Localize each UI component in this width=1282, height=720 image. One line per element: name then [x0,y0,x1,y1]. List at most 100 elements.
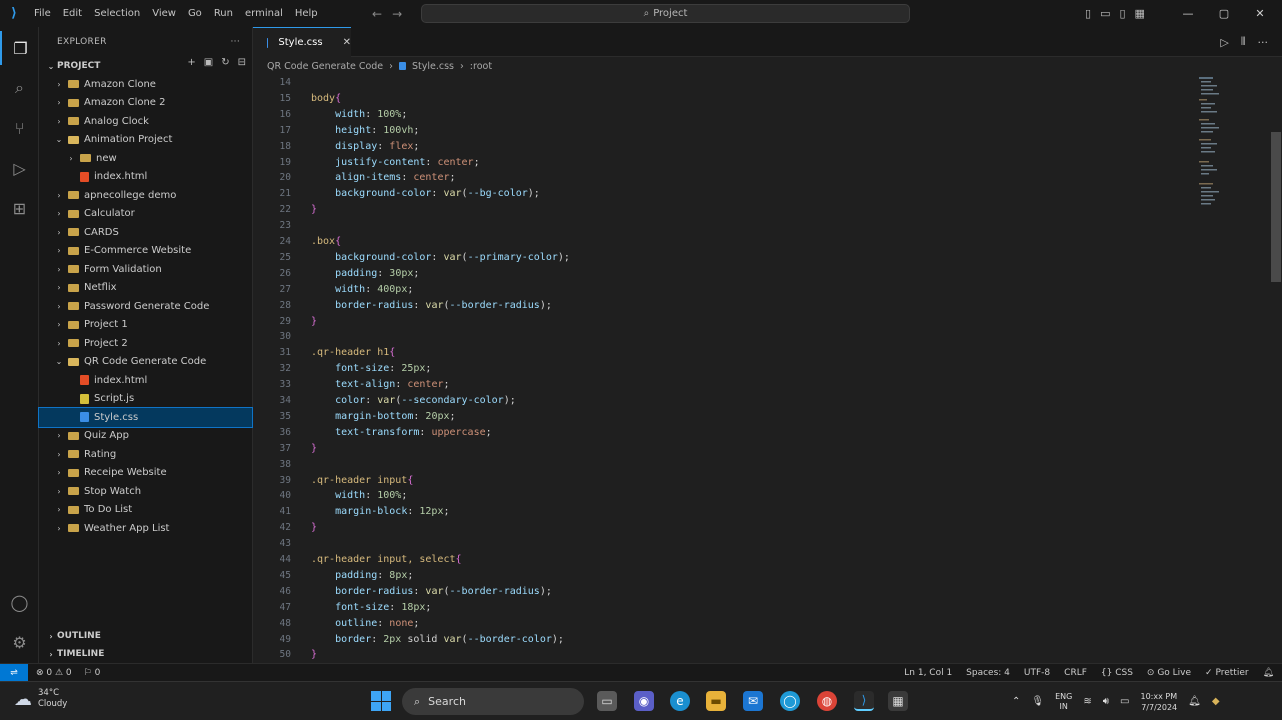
tree-folder[interactable]: › CARDS [39,223,252,242]
menu-selection[interactable]: Selection [88,0,146,27]
tree-folder[interactable]: › Quiz App [39,427,252,446]
customize-layout-icon[interactable]: ▦ [1135,7,1145,20]
tree-folder[interactable]: › Receipe Website [39,464,252,483]
file-explorer-icon[interactable]: ▬ [706,691,726,711]
scrollbar-thumb[interactable] [1271,132,1281,282]
code-line[interactable]: .qr-header input{ [311,475,413,486]
microphone-icon[interactable]: 🎙︎ [1031,696,1044,707]
code-line[interactable]: border-radius: var(--border-radius); [311,586,552,597]
tree-folder[interactable]: ⌄ Animation Project [39,131,252,150]
tree-folder[interactable]: › E-Commerce Website [39,242,252,261]
tree-folder[interactable]: › To Do List [39,501,252,520]
code-line[interactable]: display: flex; [311,141,419,152]
close-window-icon[interactable]: ✕ [1242,7,1278,20]
language-indicator[interactable]: ENG IN [1055,692,1072,712]
tree-folder[interactable]: › apnecollege demo [39,186,252,205]
forward-arrow-icon[interactable]: → [392,7,402,21]
code-line[interactable]: } [311,204,317,215]
edge-browser-icon[interactable]: e [670,691,690,711]
more-editor-actions-icon[interactable]: ··· [1258,36,1269,49]
toggle-sidebar-icon[interactable]: ▯ [1085,7,1091,20]
code-line[interactable]: height: 100vh; [311,125,419,136]
taskbar-search[interactable]: ⌕ Search [402,688,584,715]
code-line[interactable]: border-radius: var(--border-radius); [311,300,552,311]
tree-folder[interactable]: › Rating [39,445,252,464]
menu-edit[interactable]: Edit [57,0,88,27]
tree-folder[interactable]: › Project 2 [39,334,252,353]
tree-folder[interactable]: › Calculator [39,205,252,224]
teams-icon[interactable]: ◉ [634,691,654,711]
collapse-all-icon[interactable]: ⊟ [238,57,246,68]
timeline-section[interactable]: › TIMELINE [39,645,253,663]
clock[interactable]: 10:xx PM 7/7/2024 [1141,691,1178,713]
tree-folder[interactable]: › Amazon Clone 2 [39,94,252,113]
code-line[interactable]: font-size: 25px; [311,363,431,374]
minimap[interactable] [1195,75,1223,215]
explorer-icon[interactable]: ❐ [0,31,39,65]
problems-indicator[interactable]: ⊗ 0 ⚠ 0 [36,668,72,678]
code-line[interactable]: } [311,316,317,327]
language-mode[interactable]: {} CSS [1101,668,1133,678]
task-view-icon[interactable]: ▭ [597,691,617,711]
code-line[interactable]: width: 100%; [311,109,407,120]
new-folder-icon[interactable]: ▣ [204,57,213,68]
code-line[interactable]: text-transform: uppercase; [311,427,492,438]
tree-file[interactable]: index.html [39,168,252,187]
tree-folder[interactable]: ⌄ QR Code Generate Code [39,353,252,372]
menu-go[interactable]: Go [182,0,208,27]
go-live-button[interactable]: ⊙ Go Live [1147,668,1191,678]
close-tab-icon[interactable]: ✕ [343,37,351,48]
code-line[interactable]: width: 400px; [311,284,413,295]
end-of-line[interactable]: CRLF [1064,668,1087,678]
maximize-icon[interactable]: ▢ [1206,7,1242,20]
settings-gear-icon[interactable]: ⚙ [0,625,39,659]
code-line[interactable]: text-align: center; [311,379,449,390]
code-line[interactable]: background-color: var(--bg-color); [311,188,540,199]
weather-widget[interactable]: ☁ 34°C Cloudy [14,688,67,710]
source-control-icon[interactable]: ⑂ [0,111,39,145]
breadcrumb-folder[interactable]: QR Code Generate Code [267,61,383,72]
outline-section[interactable]: › OUTLINE [39,627,253,645]
chrome-icon[interactable]: ◍ [817,691,837,711]
tree-folder[interactable]: › Stop Watch [39,482,252,501]
menu-terminal[interactable]: erminal [239,0,289,27]
code-line[interactable]: } [311,443,317,454]
tree-folder[interactable]: › Project 1 [39,316,252,335]
breadcrumb-file[interactable]: Style.css [412,61,454,72]
code-line[interactable]: .qr-header input, select{ [311,554,462,565]
command-center[interactable]: ⌕ Project [421,4,910,23]
minimize-icon[interactable]: — [1170,7,1206,20]
cursor-position[interactable]: Ln 1, Col 1 [904,668,952,678]
split-editor-icon[interactable]: ⫴ [1241,35,1246,49]
account-icon[interactable]: ◯ [0,585,39,619]
code-line[interactable]: border: 2px solid var(--border-color); [311,634,564,645]
toggle-panel-icon[interactable]: ▭ [1100,7,1110,20]
battery-icon[interactable]: ▭ [1120,696,1129,707]
more-actions-icon[interactable]: ··· [231,37,240,47]
cortana-icon[interactable]: ◯ [780,691,800,711]
code-line[interactable]: padding: 8px; [311,570,413,581]
vertical-scrollbar[interactable] [1269,75,1282,663]
menu-view[interactable]: View [146,0,182,27]
tree-file[interactable]: index.html [39,371,252,390]
notification-icon[interactable]: 🔔︎ [1188,696,1201,707]
remote-indicator-icon[interactable]: ⇌ [0,663,28,682]
run-icon[interactable]: ▷ [1220,36,1228,49]
tree-file[interactable]: Style.css [38,407,253,428]
menu-help[interactable]: Help [289,0,324,27]
toggle-secondary-sidebar-icon[interactable]: ▯ [1119,7,1125,20]
code-line[interactable]: } [311,649,317,660]
notifications-bell-icon[interactable]: 🔔︎ [1263,668,1274,678]
tree-file[interactable]: Script.js [39,390,252,409]
code-editor[interactable]: 14 15 body{16 width: 100%; 17 height: 100vh… [253,75,1269,663]
indentation[interactable]: Spaces: 4 [966,668,1010,678]
code-line[interactable]: padding: 30px; [311,268,419,279]
code-line[interactable]: align-items: center; [311,172,455,183]
tree-folder[interactable]: › Form Validation [39,260,252,279]
code-line[interactable]: margin-bottom: 20px; [311,411,455,422]
copilot-icon[interactable]: ◆ [1212,696,1220,707]
code-line[interactable]: margin-block: 12px; [311,506,449,517]
code-line[interactable]: } [311,522,317,533]
extensions-icon[interactable]: ⊞ [0,191,39,225]
windows-start-button[interactable] [371,691,391,711]
